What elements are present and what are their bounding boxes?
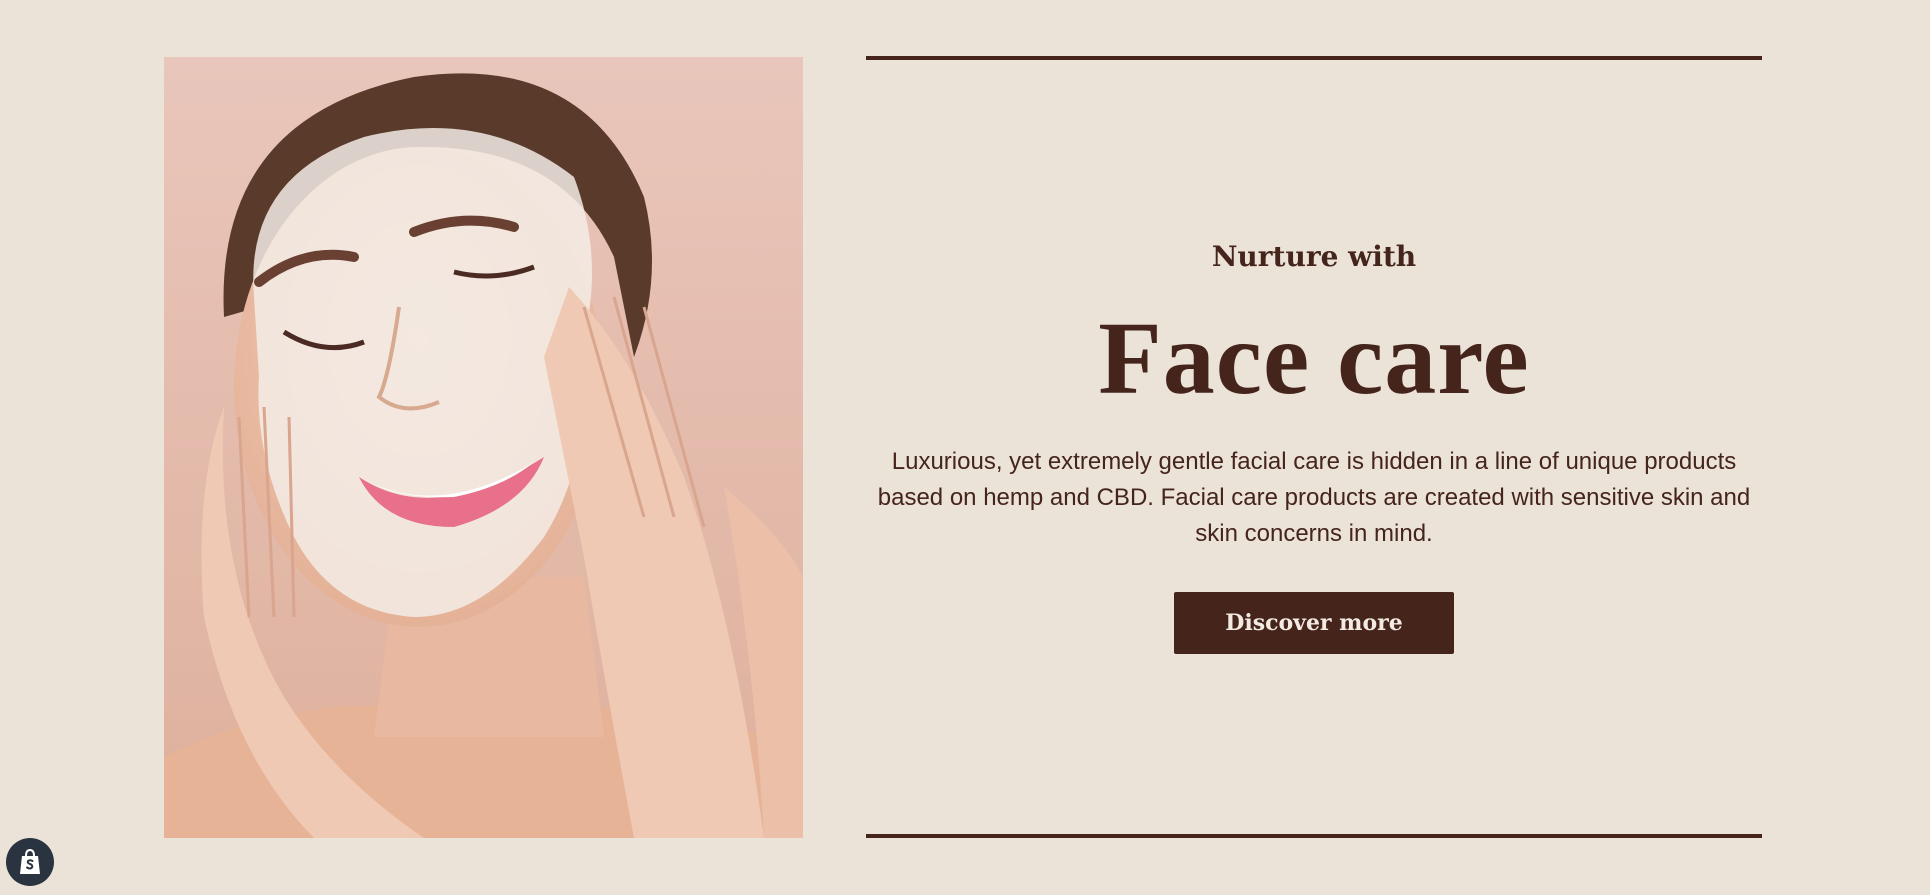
shopify-bag-icon	[20, 848, 40, 874]
shop-badge[interactable]	[6, 838, 54, 886]
hero-image	[164, 57, 803, 838]
hero-eyebrow: Nurture with	[1211, 240, 1417, 273]
hero-content: Nurture with Face care Luxurious, yet ex…	[866, 60, 1762, 834]
hero-title: Face care	[1098, 301, 1530, 416]
face-portrait-illustration	[164, 57, 803, 838]
bottom-divider	[866, 834, 1762, 838]
discover-more-button[interactable]: Discover more	[1174, 592, 1454, 654]
page: Nurture with Face care Luxurious, yet ex…	[0, 0, 1930, 895]
hero-description: Luxurious, yet extremely gentle facial c…	[877, 448, 1751, 547]
